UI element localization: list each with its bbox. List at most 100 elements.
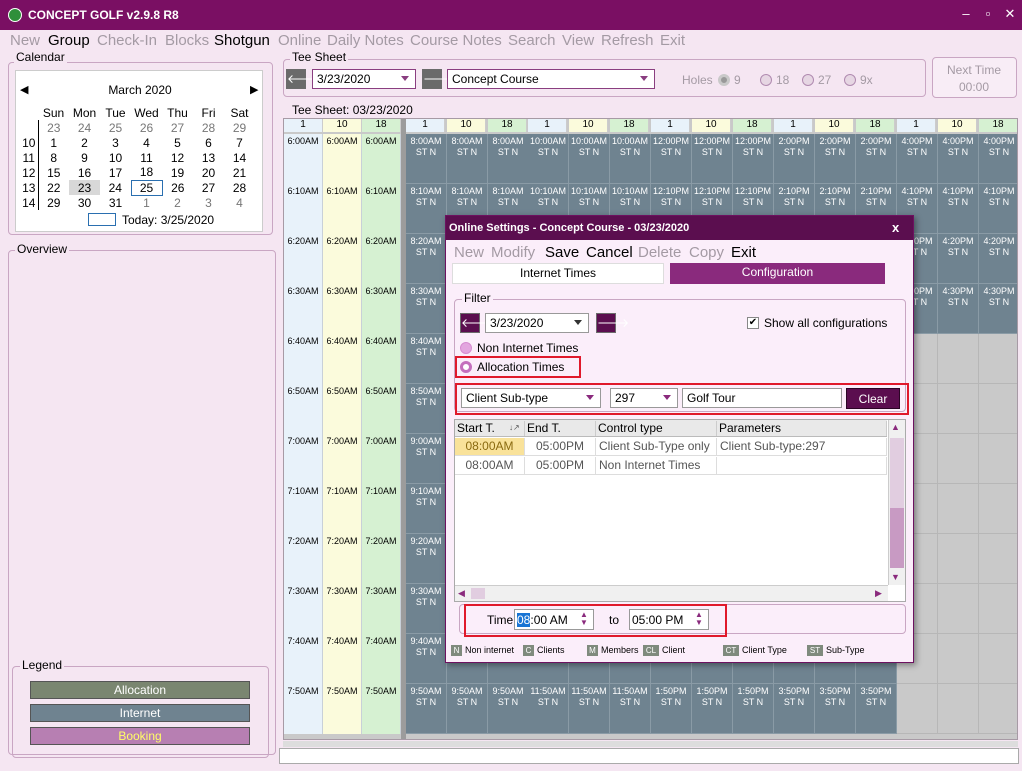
scroll-right-icon[interactable]: ▶	[875, 588, 882, 599]
tee-slot[interactable]: 11:50AM ST N	[569, 684, 610, 734]
calendar-day[interactable]: 8	[38, 150, 69, 165]
tee-slot[interactable]	[938, 334, 979, 384]
table-cell[interactable]: Non Internet Times	[596, 457, 717, 475]
calendar-day[interactable]: 28	[224, 180, 255, 195]
table-cell[interactable]: Client Sub-type:297	[717, 438, 887, 456]
time-from-spin-icon[interactable]: ▲ ▼	[576, 611, 592, 628]
tee-slot[interactable]: 9:40AMST N	[406, 634, 447, 684]
subtype-combo[interactable]: Client Sub-type	[461, 388, 601, 408]
tee-slot[interactable]: 4:30PM ST N	[979, 284, 1017, 334]
tee-slot[interactable]	[979, 534, 1017, 584]
calendar-day[interactable]: 29	[38, 195, 69, 210]
calendar-day[interactable]: 6	[193, 135, 224, 150]
calendar-day[interactable]: 3	[100, 135, 131, 150]
tee-slot[interactable]: 10:00AM ST N	[610, 134, 651, 184]
tee-slot[interactable]	[938, 434, 979, 484]
prev-day-button[interactable]: 🡐	[286, 69, 319, 89]
calendar-day[interactable]: 25	[130, 179, 163, 196]
scroll-thumb[interactable]	[890, 438, 904, 508]
tee-slot[interactable]: 9:50AM ST N	[488, 684, 529, 734]
holes-radio-27[interactable]	[802, 74, 814, 86]
calendar-day[interactable]: 17	[100, 165, 131, 180]
holes-radio-9[interactable]	[718, 74, 730, 86]
tab-configuration[interactable]: Configuration	[670, 263, 885, 284]
calendar-day[interactable]: 19	[162, 165, 193, 180]
calendar-day[interactable]: 1	[131, 195, 162, 210]
calendar-day[interactable]: 3	[193, 195, 224, 210]
tee-slot[interactable]	[897, 684, 938, 734]
menu-exit[interactable]: Exit	[660, 32, 685, 49]
hscroll-thumb[interactable]	[471, 588, 485, 599]
menu-online[interactable]: Online	[278, 32, 321, 49]
menu-check-in[interactable]: Check-In	[97, 32, 157, 49]
tee-slot[interactable]: 3:50PM ST N	[774, 684, 815, 734]
dialog-menu-modify[interactable]: Modify	[491, 244, 535, 261]
menu-refresh[interactable]: Refresh	[601, 32, 654, 49]
menu-new[interactable]: New	[10, 32, 40, 49]
tee-slot[interactable]	[979, 334, 1017, 384]
table-cell[interactable]: 05:00PM	[525, 438, 596, 456]
dialog-menu-cancel[interactable]: Cancel	[586, 244, 633, 261]
calendar-day[interactable]: 21	[224, 165, 255, 180]
tee-slot[interactable]: 12:00PM ST N	[733, 134, 774, 184]
calendar-day[interactable]: 29	[224, 120, 255, 135]
scroll-left-icon[interactable]: ◀	[458, 588, 465, 599]
tee-slot[interactable]: 8:00AM ST N	[488, 134, 529, 184]
configuration-table[interactable]: Start T. End T. Control type Parameters ↓↗ 0…	[454, 419, 906, 602]
menu-view[interactable]: View	[562, 32, 594, 49]
calendar-day[interactable]: 24	[69, 120, 100, 135]
tee-slot[interactable]: 11:50AM ST N	[610, 684, 651, 734]
calendar-day[interactable]: 4	[224, 195, 255, 210]
tee-slot[interactable]: 12:00PM ST N	[651, 134, 692, 184]
tee-slot[interactable]: 9:30AMST N	[406, 584, 447, 634]
calendar-day[interactable]: 23	[38, 120, 69, 135]
table-cell[interactable]: Client Sub-Type only	[596, 438, 717, 456]
filter-date-combo[interactable]: 3/23/2020	[485, 313, 589, 333]
close-icon[interactable]: ✕	[1002, 6, 1018, 22]
calendar-day[interactable]: 27	[193, 180, 224, 195]
tee-slot[interactable]	[979, 434, 1017, 484]
course-combo[interactable]: Concept Course	[447, 69, 655, 89]
menu-shotgun[interactable]: Shotgun	[214, 32, 270, 49]
column-header-2[interactable]: Control type	[596, 421, 717, 436]
code-combo[interactable]: 297	[610, 388, 678, 408]
clear-button[interactable]: Clear	[846, 388, 900, 409]
calendar-day[interactable]: 13	[193, 150, 224, 165]
dialog-menu-exit[interactable]: Exit	[731, 244, 756, 261]
calendar-day[interactable]: 5	[162, 135, 193, 150]
tee-slot[interactable]	[938, 584, 979, 634]
tee-slot[interactable]: 2:00PM ST N	[815, 134, 856, 184]
calendar-day[interactable]: 2	[69, 135, 100, 150]
calendar-day[interactable]: 1	[38, 135, 69, 150]
tee-slot[interactable]: 9:00AMST N	[406, 434, 447, 484]
calendar-day[interactable]: 28	[193, 120, 224, 135]
calendar-day[interactable]: 26	[131, 120, 162, 135]
calendar-day[interactable]: 22	[38, 180, 69, 195]
tee-slot[interactable]	[979, 384, 1017, 434]
filter-next-day-button[interactable]: 🡒	[596, 313, 629, 333]
tee-slot[interactable]: 4:00PM ST N	[938, 134, 979, 184]
tee-slot[interactable]	[938, 534, 979, 584]
tee-slot[interactable]: 10:00AM ST N	[569, 134, 610, 184]
calendar-day[interactable]: 10	[100, 150, 131, 165]
calendar-day[interactable]: 24	[100, 180, 131, 195]
calendar-day[interactable]: 18	[131, 165, 162, 180]
column-header-1[interactable]: End T.	[525, 421, 596, 436]
restore-icon[interactable]: ▫	[980, 6, 996, 21]
menu-search[interactable]: Search	[508, 32, 556, 49]
calendar-day[interactable]: 25	[100, 120, 131, 135]
tee-slot[interactable]	[979, 484, 1017, 534]
menu-daily-notes[interactable]: Daily Notes	[327, 32, 404, 49]
table-cell[interactable]: 08:00AM	[455, 457, 525, 475]
calendar-day[interactable]: 30	[69, 195, 100, 210]
tee-slot[interactable]: 3:50PM ST N	[815, 684, 856, 734]
tee-slot[interactable]: 4:20PM ST N	[979, 234, 1017, 284]
tee-slot[interactable]	[938, 384, 979, 434]
today-label[interactable]: Today: 3/25/2020	[122, 213, 214, 227]
allocation-radio[interactable]	[460, 361, 472, 373]
dialog-menu-new[interactable]: New	[454, 244, 484, 261]
filter-prev-day-button[interactable]: 🡐	[460, 313, 493, 333]
scroll-up-icon[interactable]: ▲	[891, 422, 900, 432]
tee-slot[interactable]: 8:10AM ST N	[406, 184, 447, 234]
calendar-day[interactable]: 12	[162, 150, 193, 165]
